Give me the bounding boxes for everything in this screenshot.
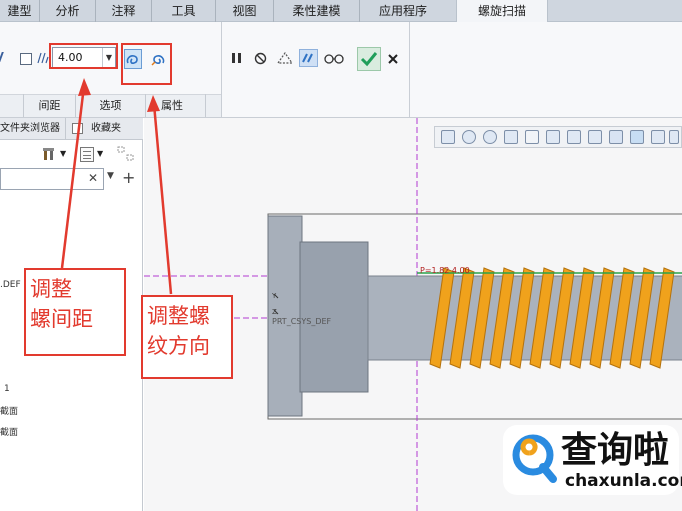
arrow-to-direction: [152, 103, 173, 295]
direction-annotation: 调整螺 纹方向: [141, 295, 233, 379]
watermark-logo-icon: [512, 434, 557, 483]
pitch-annotation: 调整 螺间距: [24, 268, 126, 356]
arrow-to-pitch: [60, 85, 86, 269]
watermark-name: 查询啦: [561, 430, 670, 471]
watermark: 查询啦 chaxunla.com: [503, 425, 682, 495]
watermark-url: chaxunla.com: [565, 471, 682, 491]
